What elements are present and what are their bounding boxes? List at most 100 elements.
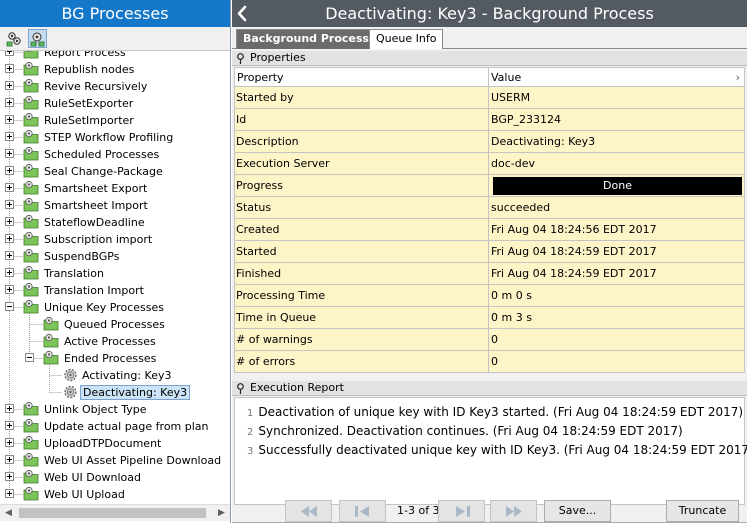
property-name: Status — [235, 197, 489, 218]
property-value: 0 m 3 s — [491, 311, 532, 324]
scroll-thumb[interactable] — [19, 508, 206, 518]
tree-item[interactable]: Active Processes — [0, 333, 230, 350]
column-header-property[interactable]: Property — [235, 68, 489, 88]
property-row[interactable]: Started Fri Aug 04 18:24:59 EDT 2017 — [234, 241, 745, 263]
tree-item[interactable]: UploadDTPDocument — [0, 435, 230, 452]
first-page-button[interactable] — [285, 500, 332, 522]
folder-gear-icon — [23, 469, 40, 485]
tree-item-label: Report Process — [44, 51, 126, 59]
property-row[interactable]: Progress Done — [234, 175, 745, 197]
expand-icon[interactable] — [5, 472, 14, 481]
tree-item[interactable]: Update actual page from plan — [0, 418, 230, 435]
expand-icon[interactable] — [5, 251, 14, 260]
property-row[interactable]: # of errors 0 — [234, 351, 745, 373]
property-row[interactable]: Created Fri Aug 04 18:24:56 EDT 2017 — [234, 219, 745, 241]
expand-icon[interactable] — [5, 98, 14, 107]
tree-item[interactable]: Seal Change-Package — [0, 163, 230, 180]
property-row[interactable]: # of warnings 0 — [234, 329, 745, 351]
property-name: Time in Queue — [235, 307, 489, 328]
execution-report-header[interactable]: Execution Report — [232, 381, 747, 396]
tree-item[interactable]: Scheduled Processes — [0, 146, 230, 163]
tree-item[interactable]: RuleSetImporter — [0, 112, 230, 129]
expand-icon[interactable] — [5, 132, 14, 141]
expand-icon[interactable] — [5, 183, 14, 192]
process-tree-button[interactable] — [28, 29, 47, 48]
tree-item[interactable]: Unique Key Processes — [0, 299, 230, 316]
tree-item[interactable]: Queued Processes — [0, 316, 230, 333]
property-row[interactable]: Time in Queue 0 m 3 s — [234, 307, 745, 329]
tree-item[interactable]: Deactivating: Key3 — [0, 384, 230, 401]
tree-item[interactable]: Smartsheet Import — [0, 197, 230, 214]
line-number: 1 — [247, 408, 254, 419]
expand-icon[interactable] — [5, 455, 14, 464]
tree-item[interactable]: Ended Processes — [0, 350, 230, 367]
expand-icon[interactable] — [5, 489, 14, 498]
properties-header-label: Properties — [250, 51, 306, 64]
column-header-value[interactable]: Value › — [489, 68, 744, 88]
property-row[interactable]: Status succeeded — [234, 197, 745, 219]
expand-icon[interactable] — [5, 421, 14, 430]
expand-icon[interactable] — [5, 81, 14, 90]
tree-item[interactable]: Report Process — [0, 51, 230, 61]
expand-icon[interactable] — [5, 234, 14, 243]
tree-item[interactable]: RuleSetExporter — [0, 95, 230, 112]
expand-icon[interactable] — [5, 438, 14, 447]
tree-item[interactable]: SuspendBGPs — [0, 248, 230, 265]
property-row[interactable]: Description Deactivating: Key3 — [234, 131, 745, 153]
last-page-button[interactable] — [490, 500, 537, 522]
tree-item[interactable]: Web UI Asset Pipeline Download — [0, 452, 230, 469]
tree-item[interactable]: Web UI Download — [0, 469, 230, 486]
folder-gear-icon — [23, 51, 40, 60]
tree-item-label: Web UI Asset Pipeline Download — [44, 454, 222, 467]
save-button[interactable]: Save... — [544, 500, 611, 522]
tree-item[interactable]: Activating: Key3 — [0, 367, 230, 384]
tree-item[interactable]: Unlink Object Type — [0, 401, 230, 418]
horizontal-scrollbar[interactable]: ◀ ▶ — [0, 504, 230, 521]
tree-item-label: UploadDTPDocument — [44, 437, 162, 450]
property-value: 0 — [491, 355, 498, 368]
process-tree-icon — [30, 32, 45, 47]
tree-item[interactable]: Translation — [0, 265, 230, 282]
process-group-button[interactable] — [5, 29, 24, 48]
property-row[interactable]: Processing Time 0 m 0 s — [234, 285, 745, 307]
previous-page-button[interactable] — [339, 500, 386, 522]
expand-icon[interactable] — [5, 268, 14, 277]
scroll-left-icon[interactable]: ◀ — [0, 505, 17, 522]
tree-item[interactable]: Smartsheet Export — [0, 180, 230, 197]
property-name: Id — [235, 109, 489, 130]
next-page-button[interactable] — [438, 500, 485, 522]
tree-item[interactable]: STEP Workflow Profiling — [0, 129, 230, 146]
property-row[interactable]: Finished Fri Aug 04 18:24:59 EDT 2017 — [234, 263, 745, 285]
expand-icon[interactable] — [5, 64, 14, 73]
back-button[interactable] — [232, 0, 252, 27]
tree-item[interactable]: Revive Recursively — [0, 78, 230, 95]
tree-item[interactable]: Subscription import — [0, 231, 230, 248]
tree-item[interactable]: Web UI Upload — [0, 486, 230, 503]
expand-icon[interactable] — [5, 200, 14, 209]
collapse-icon[interactable] — [25, 353, 34, 362]
tree-item[interactable]: Translation Import — [0, 282, 230, 299]
expand-icon[interactable] — [5, 217, 14, 226]
property-name: Created — [235, 219, 489, 240]
tab-background-process[interactable]: Background Process — [236, 29, 376, 49]
expand-icon[interactable] — [5, 166, 14, 175]
property-row[interactable]: Execution Server doc-dev — [234, 153, 745, 175]
collapse-icon[interactable] — [5, 302, 14, 311]
properties-header[interactable]: Properties — [232, 51, 747, 66]
property-row[interactable]: Started by USERM — [234, 87, 745, 109]
expand-icon[interactable] — [5, 285, 14, 294]
tree-item[interactable]: Republish nodes — [0, 61, 230, 78]
property-row[interactable]: Id BGP_233124 — [234, 109, 745, 131]
tree-item-label: Scheduled Processes — [44, 148, 160, 161]
tree-item-label: Unique Key Processes — [44, 301, 164, 314]
tree-item-label: Translation Import — [44, 284, 144, 297]
expand-icon[interactable] — [5, 115, 14, 124]
expand-icon[interactable] — [5, 149, 14, 158]
tab-queue-info[interactable]: Queue Info — [369, 29, 444, 49]
bg-processes-panel: BG Processes Report Process Republish nod… — [0, 0, 231, 523]
expand-icon[interactable] — [5, 404, 14, 413]
expand-icon[interactable] — [5, 51, 14, 56]
tree-item[interactable]: StateflowDeadline — [0, 214, 230, 231]
scroll-right-icon[interactable]: ▶ — [213, 505, 230, 522]
truncate-button[interactable]: Truncate — [666, 500, 739, 522]
